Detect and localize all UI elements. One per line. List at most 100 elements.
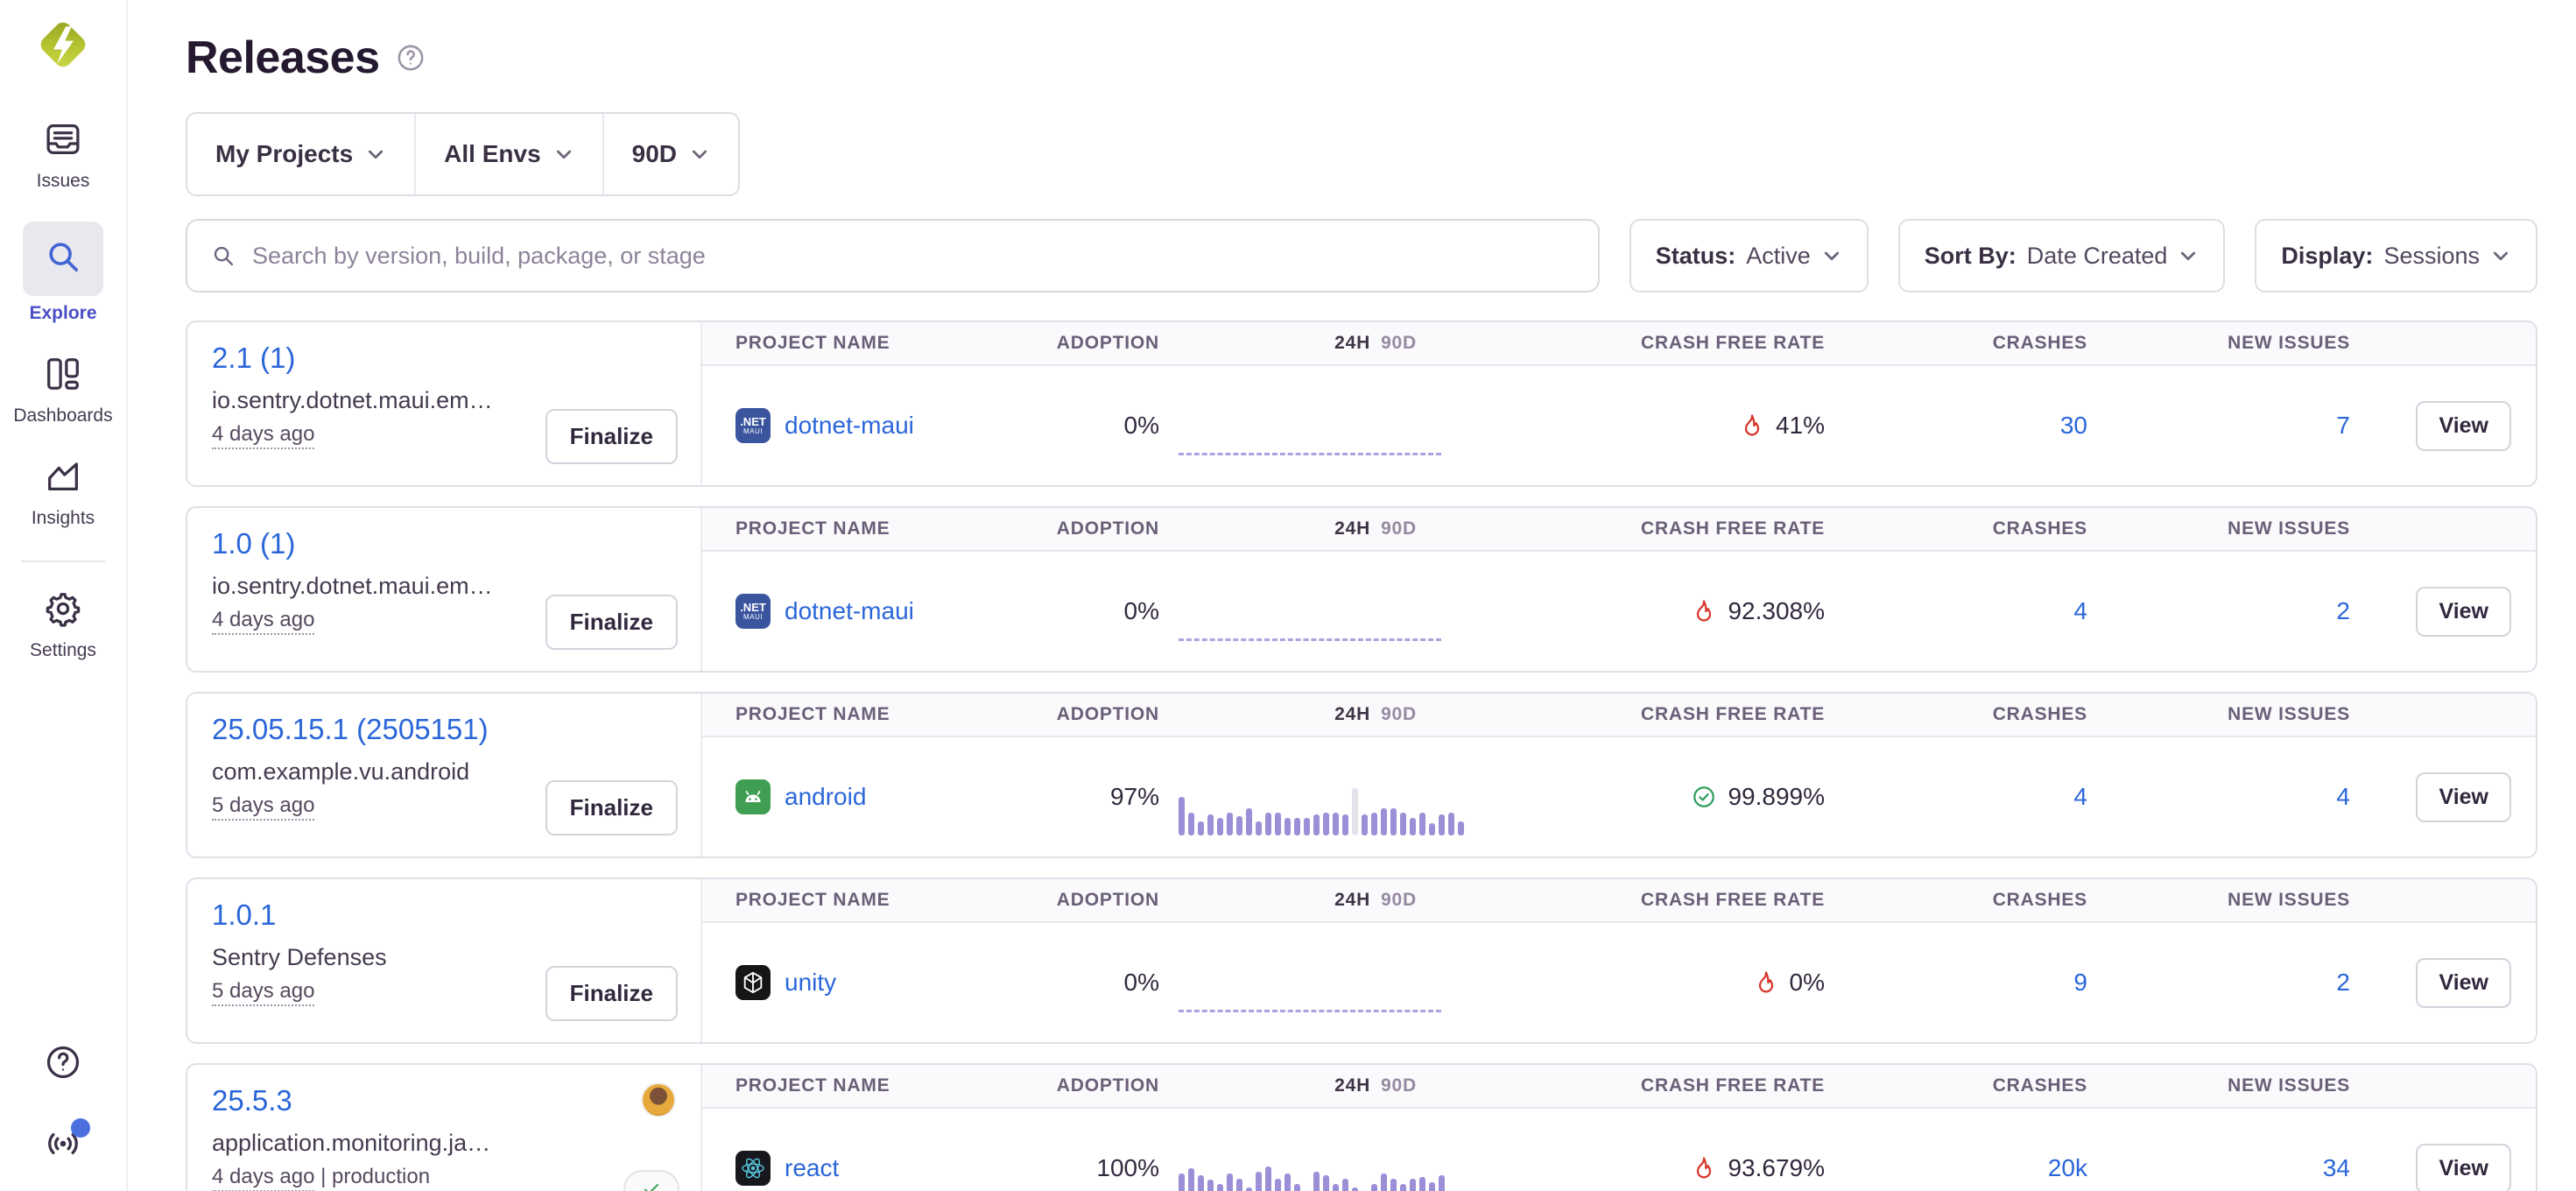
toggle-90d[interactable]: 90D [1381, 518, 1417, 539]
sidebar-label-settings: Settings [30, 640, 96, 661]
sidebar-divider [21, 560, 105, 562]
view-button[interactable]: View [2416, 587, 2511, 637]
search-bar [186, 219, 1600, 292]
crashes-link[interactable]: 20k [2048, 1154, 2087, 1181]
toggle-90d[interactable]: 90D [1381, 890, 1417, 910]
adoption-chart [1179, 785, 1441, 835]
environment-filter-dropdown[interactable]: All Envs [414, 114, 602, 194]
project-link[interactable]: dotnet-maui [785, 412, 914, 440]
toggle-90d[interactable]: 90D [1381, 1075, 1417, 1096]
release-info-panel: 25.05.15.1 (2505151) com.example.vu.andr… [187, 694, 702, 856]
project-filter-dropdown[interactable]: My Projects [187, 114, 414, 194]
no-adoption-data-line [1179, 453, 1441, 455]
finalized-check-pill[interactable] [623, 1170, 679, 1191]
table-header-row: PROJECT NAME ADOPTION 24H90D CRASH FREE … [702, 694, 2536, 737]
sidebar-label-issues: Issues [37, 171, 90, 192]
flame-icon [1691, 598, 1717, 624]
date-range-dropdown[interactable]: 90D [602, 114, 738, 194]
release-list: 2.1 (1) io.sentry.dotnet.maui.em… 4 days… [186, 321, 2537, 1191]
project-filter-value: My Projects [215, 140, 353, 168]
flame-icon [1691, 1155, 1717, 1181]
crash-free-value: 93.679% [1728, 1154, 1825, 1182]
view-button[interactable]: View [2416, 401, 2511, 451]
check-circle-icon [1691, 784, 1717, 810]
finalize-button[interactable]: Finalize [545, 966, 678, 1021]
col-chart-range: 24H 90D [1159, 333, 1457, 354]
chevron-down-icon [365, 144, 386, 165]
project-link[interactable]: unity [785, 969, 836, 997]
page-title: Releases [186, 32, 380, 84]
crashes-link[interactable]: 4 [2073, 783, 2087, 810]
view-button[interactable]: View [2416, 772, 2511, 822]
gear-icon [43, 588, 83, 633]
toggle-24h[interactable]: 24H [1334, 890, 1370, 910]
finalize-button[interactable]: Finalize [545, 409, 678, 464]
check-icon [641, 1179, 662, 1191]
release-version-link[interactable]: 1.0.1 [212, 899, 276, 932]
project-link[interactable]: android [785, 783, 866, 811]
sort-by-value: Date Created [2027, 243, 2168, 270]
platform-icon [735, 965, 771, 1000]
release-environment: | production [314, 1165, 430, 1188]
project-row: .NETMAUI dotnet-maui 0% 41% 30 7 View [702, 366, 2536, 485]
sidebar-item-issues[interactable]: Issues [37, 119, 90, 192]
toggle-24h[interactable]: 24H [1334, 333, 1370, 353]
project-link[interactable]: react [785, 1154, 839, 1182]
help-icon[interactable] [43, 1042, 83, 1087]
sidebar-item-explore[interactable]: Explore [23, 222, 103, 324]
search-icon [210, 243, 236, 269]
finalize-button[interactable]: Finalize [545, 780, 678, 835]
release-version-link[interactable]: 25.5.3 [212, 1084, 292, 1117]
crashes-link[interactable]: 30 [2060, 412, 2087, 439]
view-button[interactable]: View [2416, 1144, 2511, 1191]
col-chart-range: 24H 90D [1159, 1075, 1457, 1096]
adoption-chart [1179, 599, 1441, 650]
crash-free-status-icon [1691, 784, 1717, 810]
new-issues-link[interactable]: 2 [2336, 969, 2350, 996]
question-circle-icon[interactable] [396, 43, 426, 73]
toggle-24h[interactable]: 24H [1334, 518, 1370, 539]
crashes-link[interactable]: 4 [2073, 597, 2087, 624]
toggle-24h[interactable]: 24H [1334, 704, 1370, 724]
crash-free-status-icon [1691, 598, 1717, 624]
sidebar-item-insights[interactable]: Insights [32, 456, 95, 529]
sentry-org-logo[interactable] [32, 14, 94, 75]
toggle-24h[interactable]: 24H [1334, 1075, 1370, 1096]
release-project-table: PROJECT NAME ADOPTION 24H90D CRASH FREE … [702, 694, 2536, 856]
sidebar-label-dashboards: Dashboards [13, 405, 112, 426]
sidebar-label-insights: Insights [32, 508, 95, 529]
release-project-table: PROJECT NAME ADOPTION 24H90D CRASH FREE … [702, 1065, 2536, 1191]
new-issues-link[interactable]: 4 [2336, 783, 2350, 810]
release-version-link[interactable]: 1.0 (1) [212, 527, 295, 560]
col-new-issues: NEW ISSUES [2087, 704, 2350, 725]
status-label: Status: [1656, 243, 1736, 270]
no-adoption-data-line [1179, 638, 1441, 641]
view-button[interactable]: View [2416, 958, 2511, 1008]
col-new-issues: NEW ISSUES [2087, 890, 2350, 911]
release-version-link[interactable]: 2.1 (1) [212, 342, 295, 375]
chevron-down-icon [553, 144, 574, 165]
release-card: 25.05.15.1 (2505151) com.example.vu.andr… [186, 692, 2537, 858]
project-link[interactable]: dotnet-maui [785, 597, 914, 625]
display-dropdown[interactable]: Display: Sessions [2255, 219, 2537, 292]
broadcast-icon[interactable] [43, 1124, 83, 1168]
search-input[interactable] [252, 243, 1575, 270]
flame-icon [1753, 969, 1779, 996]
sidebar-item-dashboards[interactable]: Dashboards [13, 354, 112, 426]
release-version-link[interactable]: 25.05.15.1 (2505151) [212, 713, 489, 746]
crashes-link[interactable]: 9 [2073, 969, 2087, 996]
status-dropdown[interactable]: Status: Active [1629, 219, 1869, 292]
col-crash-free-rate: CRASH FREE RATE [1457, 333, 1825, 354]
project-row: android 97% 99.899% 4 4 View [702, 737, 2536, 856]
toggle-90d[interactable]: 90D [1381, 704, 1417, 724]
col-adoption: ADOPTION [1054, 704, 1159, 725]
finalize-button[interactable]: Finalize [545, 595, 678, 650]
toggle-90d[interactable]: 90D [1381, 333, 1417, 353]
new-issues-link[interactable]: 7 [2336, 412, 2350, 439]
sort-by-dropdown[interactable]: Sort By: Date Created [1898, 219, 2226, 292]
table-header-row: PROJECT NAME ADOPTION 24H90D CRASH FREE … [702, 508, 2536, 552]
new-issues-link[interactable]: 2 [2336, 597, 2350, 624]
finalized-by-avatar[interactable] [641, 1082, 676, 1117]
sidebar-item-settings[interactable]: Settings [30, 588, 96, 661]
new-issues-link[interactable]: 34 [2323, 1154, 2350, 1181]
